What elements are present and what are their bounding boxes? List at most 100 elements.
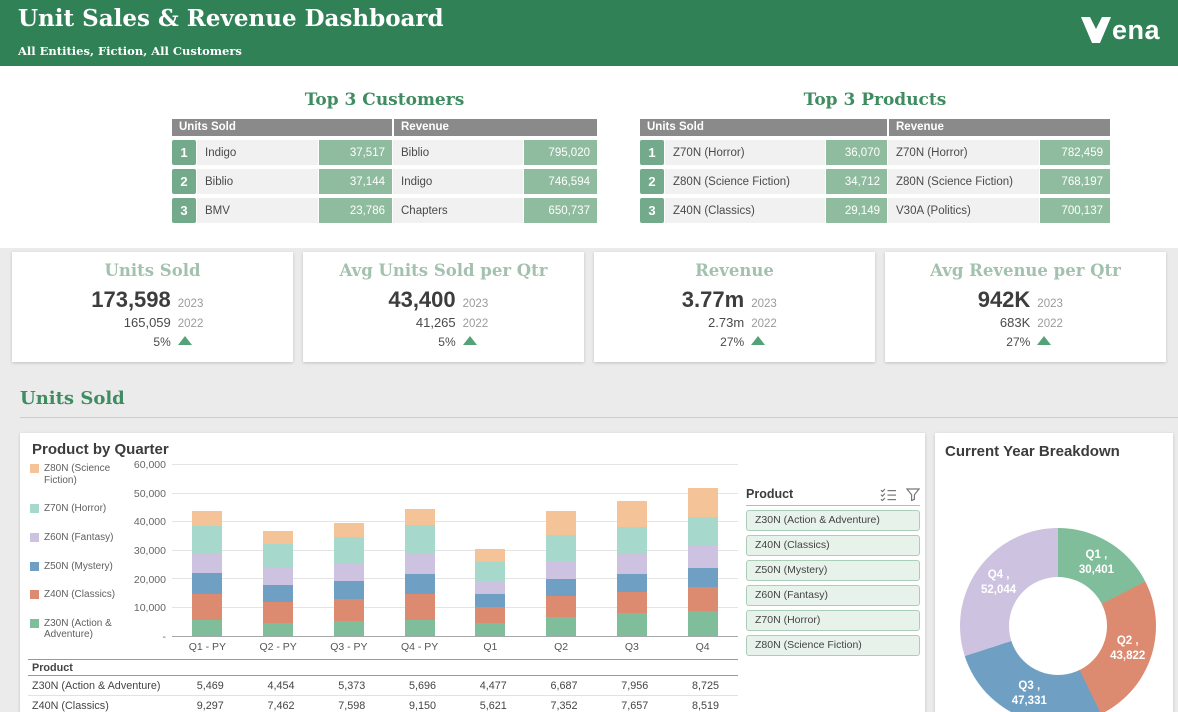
bar-segment[interactable] bbox=[617, 527, 647, 554]
bar-segment[interactable] bbox=[688, 611, 718, 636]
product-name: V30A (Politics) bbox=[888, 198, 1039, 223]
product-name: Z80N (Science Fiction) bbox=[888, 169, 1039, 194]
bar-segment[interactable] bbox=[263, 602, 293, 623]
bar-segment[interactable] bbox=[334, 581, 364, 599]
bar-segment[interactable] bbox=[546, 511, 576, 535]
donut-label-q4[interactable]: Q4 ,52,044 bbox=[981, 568, 1016, 598]
rank-badge: 3 bbox=[640, 198, 664, 223]
bar-segment[interactable] bbox=[475, 549, 505, 562]
y-tick-label: 60,000 bbox=[134, 459, 166, 471]
stacked-bar-Q2-PY[interactable] bbox=[263, 465, 293, 636]
bar-segment[interactable] bbox=[546, 617, 576, 636]
bar-segment[interactable] bbox=[405, 525, 435, 554]
bar-slot bbox=[172, 465, 243, 636]
kpi-change-percent: 27% bbox=[682, 335, 744, 349]
bar-segment[interactable] bbox=[334, 523, 364, 537]
legend-item[interactable]: Z40N (Classics) bbox=[30, 589, 122, 601]
legend-swatch bbox=[30, 562, 39, 571]
bar-segment[interactable] bbox=[475, 562, 505, 581]
select-all-list-icon[interactable] bbox=[880, 488, 897, 501]
stacked-bar-Q3-PY[interactable] bbox=[334, 465, 364, 636]
bar-segment[interactable] bbox=[546, 596, 576, 617]
bar-segment[interactable] bbox=[617, 554, 647, 573]
bar-segment[interactable] bbox=[405, 509, 435, 525]
chart-data-table: ProductZ30N (Action & Adventure)5,4694,4… bbox=[28, 659, 738, 712]
bar-segment[interactable] bbox=[263, 544, 293, 568]
revenue-value: 768,197 bbox=[1040, 169, 1110, 194]
units-value: 36,070 bbox=[826, 140, 887, 165]
filter-option-z70n[interactable]: Z70N (Horror) bbox=[746, 610, 920, 631]
bar-segment[interactable] bbox=[617, 574, 647, 592]
kpi-card-revenue: Revenue 3.77m 2023 2.73m 2022 27% bbox=[594, 252, 875, 362]
kpi-title: Avg Units Sold per Qtr bbox=[303, 261, 584, 280]
donut-label-q2[interactable]: Q2 ,43,822 bbox=[1110, 634, 1145, 664]
filter-option-z30n[interactable]: Z30N (Action & Adventure) bbox=[746, 510, 920, 531]
bar-segment[interactable] bbox=[192, 620, 222, 636]
stacked-bar-Q3[interactable] bbox=[617, 465, 647, 636]
table-value-cell: 5,469 bbox=[172, 676, 243, 696]
revenue-column-header: Revenue bbox=[889, 119, 1110, 136]
bar-segment[interactable] bbox=[617, 501, 647, 527]
bar-segment[interactable] bbox=[405, 554, 435, 574]
x-tick-label: Q4 bbox=[667, 641, 738, 653]
bar-slot bbox=[526, 465, 597, 636]
donut-label-q3[interactable]: Q3 ,47,331 bbox=[1012, 679, 1047, 709]
bar-segment[interactable] bbox=[546, 535, 576, 561]
filter-funnel-icon[interactable] bbox=[906, 488, 920, 501]
bar-segment[interactable] bbox=[617, 613, 647, 636]
stacked-bar-Q4[interactable] bbox=[688, 465, 718, 636]
bar-segment[interactable] bbox=[334, 621, 364, 636]
bar-segment[interactable] bbox=[546, 579, 576, 596]
bar-segment[interactable] bbox=[263, 585, 293, 602]
stacked-bar-Q1-PY[interactable] bbox=[192, 465, 222, 636]
bar-segment[interactable] bbox=[263, 623, 293, 636]
x-tick-label: Q1 bbox=[455, 641, 526, 653]
bar-segment[interactable] bbox=[334, 563, 364, 581]
legend-item[interactable]: Z80N (Science Fiction) bbox=[30, 463, 122, 486]
bar-segment[interactable] bbox=[617, 592, 647, 614]
donut-chart[interactable]: Q1 ,30,401 Q2 ,43,822 Q3 ,47,331 Q4 ,52,044 bbox=[960, 528, 1156, 712]
filter-option-z80n[interactable]: Z80N (Science Fiction) bbox=[746, 635, 920, 656]
bar-segment[interactable] bbox=[263, 531, 293, 544]
legend-item[interactable]: Z60N (Fantasy) bbox=[30, 532, 122, 544]
donut-label-q1[interactable]: Q1 ,30,401 bbox=[1079, 548, 1114, 578]
bar-segment[interactable] bbox=[334, 537, 364, 563]
legend-item[interactable]: Z30N (Action & Adventure) bbox=[30, 618, 122, 641]
filter-option-z40n[interactable]: Z40N (Classics) bbox=[746, 535, 920, 556]
bar-segment[interactable] bbox=[192, 573, 222, 594]
bar-segment[interactable] bbox=[546, 561, 576, 580]
bar-segment[interactable] bbox=[405, 594, 435, 620]
stacked-bar-Q2[interactable] bbox=[546, 465, 576, 636]
revenue-value: 700,137 bbox=[1040, 198, 1110, 223]
legend-item[interactable]: Z50N (Mystery) bbox=[30, 561, 122, 573]
bar-segment[interactable] bbox=[192, 594, 222, 620]
bar-segment[interactable] bbox=[334, 599, 364, 621]
donut-chart-title: Current Year Breakdown bbox=[945, 443, 1120, 460]
table-value-cell: 5,621 bbox=[455, 696, 526, 712]
kpi-current-year: 2023 bbox=[178, 298, 214, 310]
bar-segment[interactable] bbox=[475, 581, 505, 595]
bar-segment[interactable] bbox=[688, 546, 718, 568]
bar-segment[interactable] bbox=[475, 623, 505, 636]
bar-segment[interactable] bbox=[405, 574, 435, 594]
top3-products-header: Units Sold Revenue bbox=[640, 119, 1110, 136]
bar-segment[interactable] bbox=[475, 594, 505, 607]
bar-segment[interactable] bbox=[192, 526, 222, 554]
bar-segment[interactable] bbox=[688, 587, 718, 611]
customer-name: Chapters bbox=[393, 198, 523, 223]
bar-segment[interactable] bbox=[475, 607, 505, 623]
bar-segment[interactable] bbox=[192, 554, 222, 573]
donut-hole bbox=[1009, 577, 1107, 675]
bar-segment[interactable] bbox=[263, 568, 293, 585]
bar-segment[interactable] bbox=[688, 568, 718, 587]
filter-option-z60n[interactable]: Z60N (Fantasy) bbox=[746, 585, 920, 606]
bar-segment[interactable] bbox=[688, 488, 718, 517]
stacked-bar-Q1[interactable] bbox=[475, 465, 505, 636]
legend-item[interactable]: Z70N (Horror) bbox=[30, 503, 122, 515]
stacked-bar-Q4-PY[interactable] bbox=[405, 465, 435, 636]
bar-segment[interactable] bbox=[688, 517, 718, 547]
y-tick-label: - bbox=[163, 631, 167, 643]
bar-segment[interactable] bbox=[192, 511, 222, 526]
bar-segment[interactable] bbox=[405, 620, 435, 636]
filter-option-z50n[interactable]: Z50N (Mystery) bbox=[746, 560, 920, 581]
